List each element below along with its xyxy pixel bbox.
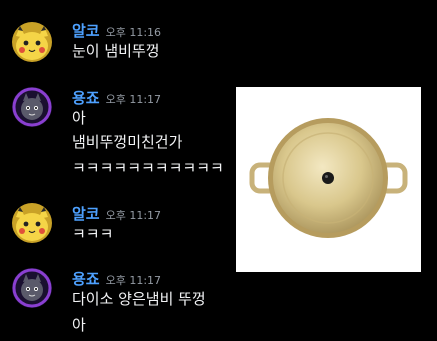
purple-cat-avatar-icon[interactable] xyxy=(12,87,52,127)
message-text: 냄비뚜껑미친건가 xyxy=(72,133,183,151)
timestamp[interactable]: 오후 11:17 xyxy=(106,274,161,287)
pikachu-avatar-icon[interactable] xyxy=(12,203,52,243)
purple-cat-avatar-icon[interactable] xyxy=(12,268,52,308)
username[interactable]: 알코 xyxy=(72,22,100,40)
message-text: ㅋㅋㅋㅋㅋㅋㅋㅋㅋㅋㅋ xyxy=(72,159,224,177)
message-header: 알코 오후 11:16 xyxy=(72,20,161,40)
message-header: 용죠 오후 11:17 xyxy=(72,87,161,107)
timestamp[interactable]: 오후 11:16 xyxy=(106,26,161,39)
gold-pot-lid-image[interactable] xyxy=(236,87,421,272)
message-header: 알코 오후 11:17 xyxy=(72,203,161,223)
username[interactable]: 알코 xyxy=(72,205,100,223)
timestamp[interactable]: 오후 11:17 xyxy=(106,209,161,222)
username[interactable]: 용죠 xyxy=(72,270,100,288)
pikachu-avatar-icon[interactable] xyxy=(12,22,52,62)
message-text: 아 xyxy=(72,109,86,127)
message-header: 용죠 오후 11:17 xyxy=(72,268,161,288)
message-text: 다이소 양은냄비 뚜껑 xyxy=(72,290,206,308)
username[interactable]: 용죠 xyxy=(72,89,100,107)
message-text: 눈이 냄비뚜껑 xyxy=(72,42,160,60)
message-text: 아 xyxy=(72,316,86,334)
message-text: ㅋㅋㅋ xyxy=(72,225,114,243)
timestamp[interactable]: 오후 11:17 xyxy=(106,93,161,106)
